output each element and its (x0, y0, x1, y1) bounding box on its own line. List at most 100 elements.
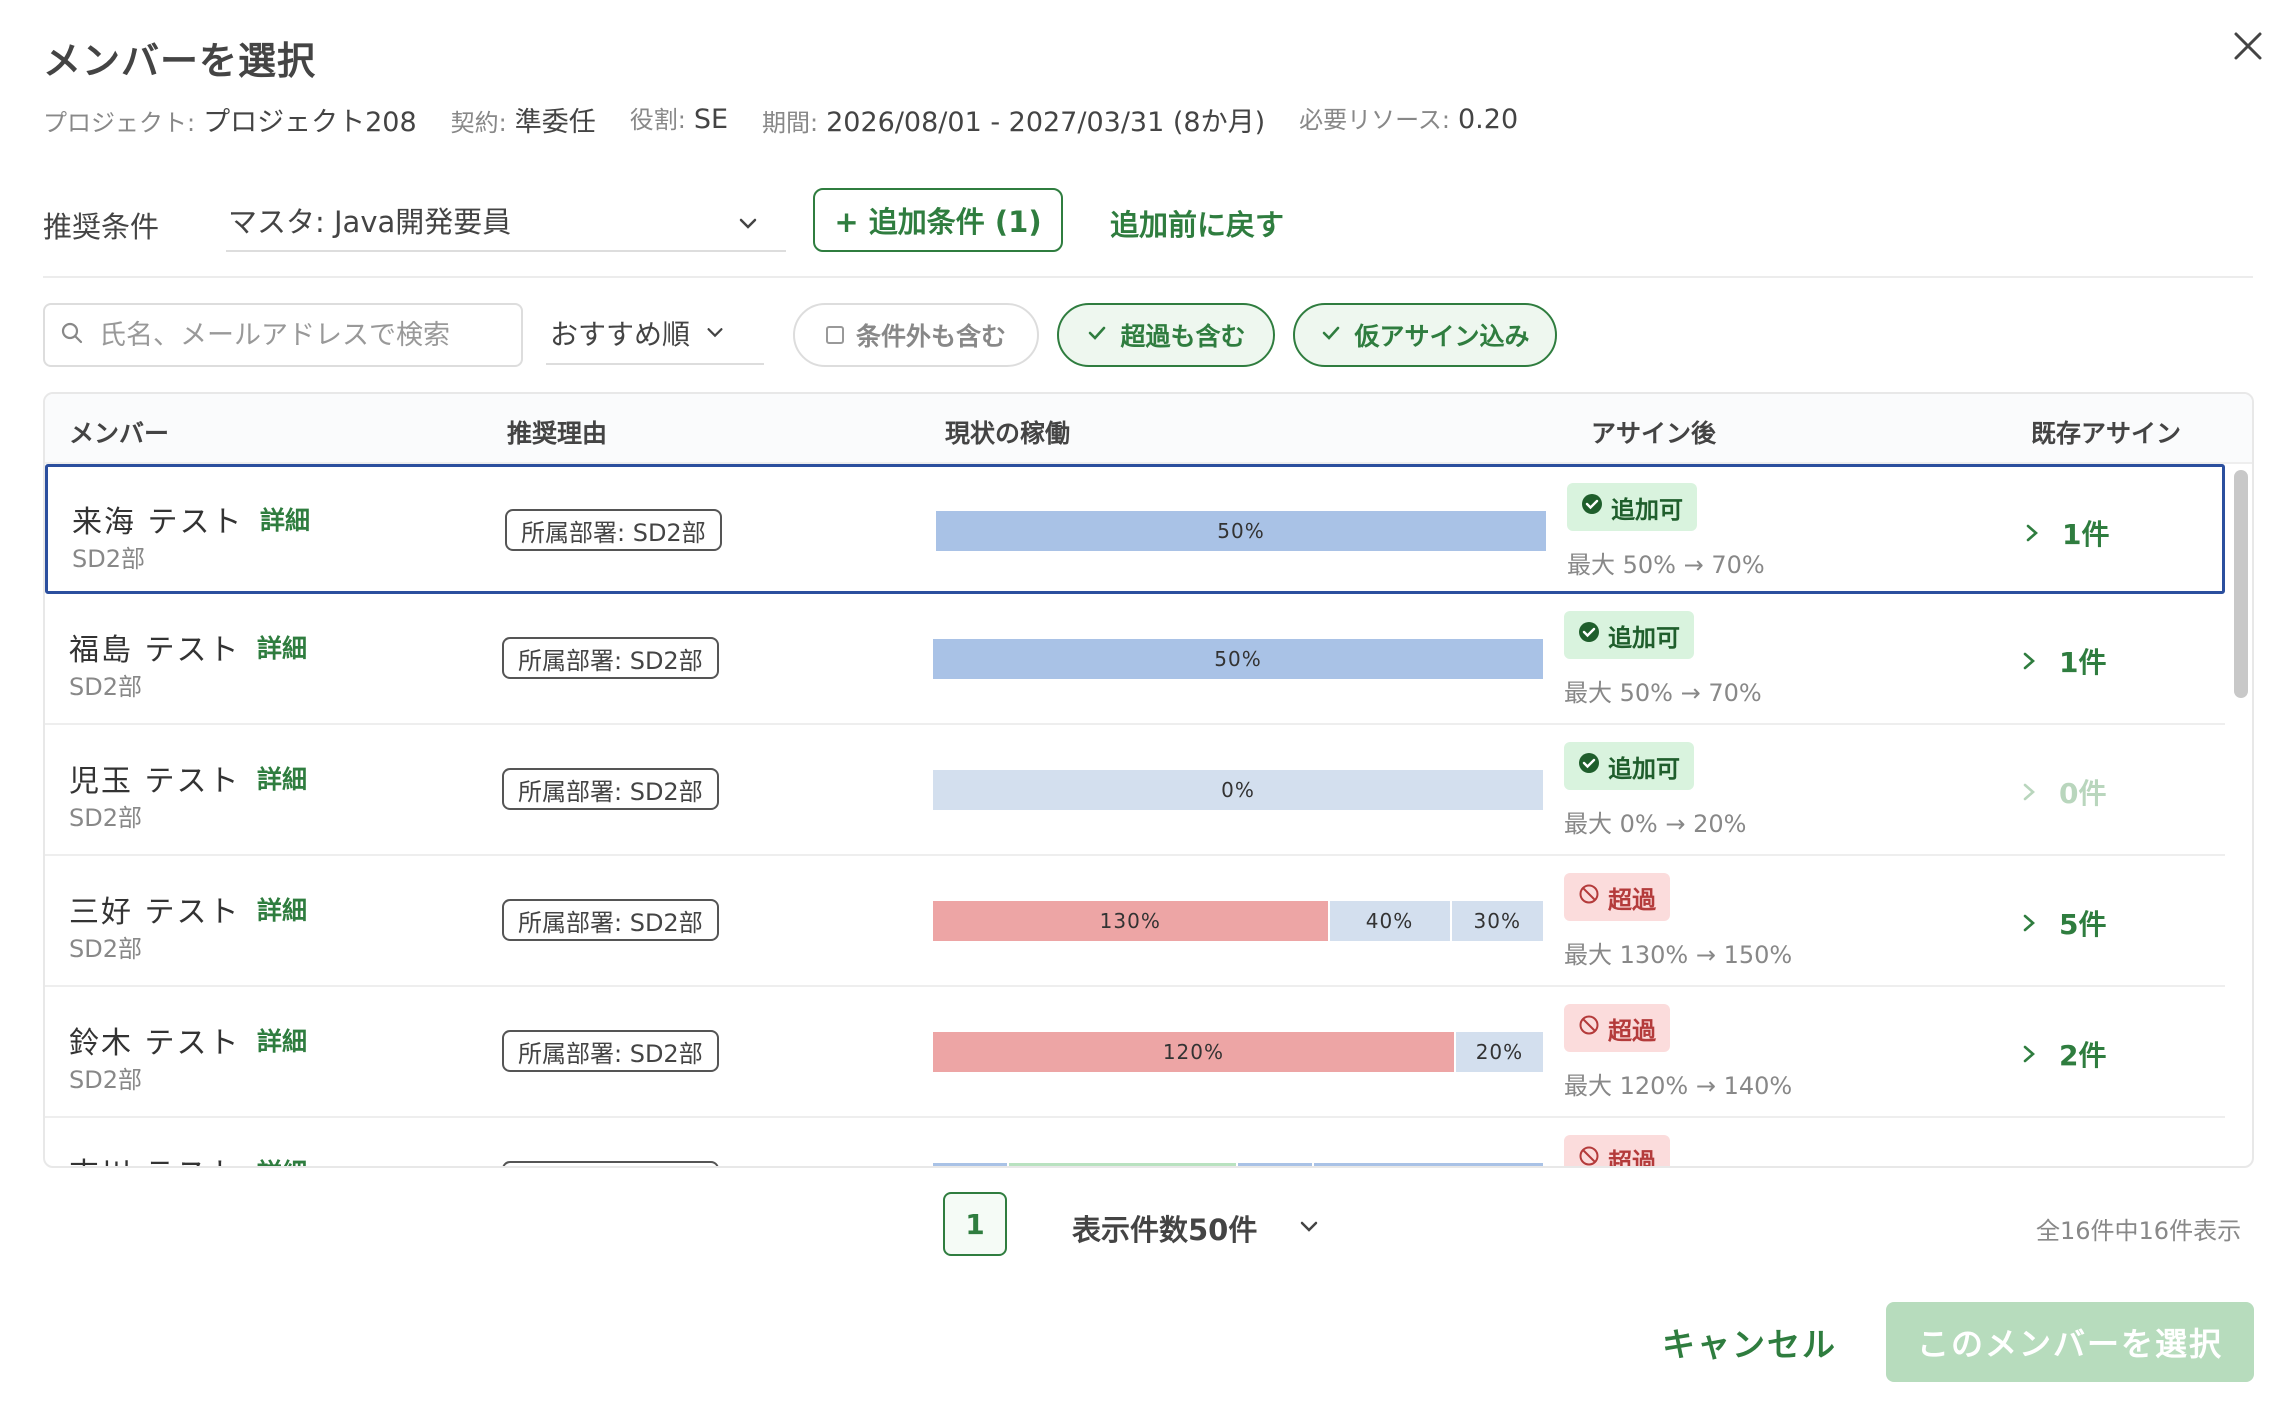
detail-link[interactable]: 詳細 (260, 501, 310, 537)
table-row[interactable]: 鈴木 テスト 詳細 SD2部 所属部署: SD2部 120% 20% 超過 最大 120% →… (45, 988, 2225, 1118)
reason-tag: 所属部署: SD2部 (502, 1161, 719, 1166)
status-badge: 追加可 (1567, 483, 1697, 531)
status-badge: 超過 (1564, 873, 1670, 921)
chevron-down-icon (736, 208, 760, 242)
after-assign-range: 最大 0% → 20% (1564, 810, 1747, 838)
per-page-select[interactable]: 表示件数50件 (1072, 1207, 1321, 1249)
existing-assign-toggle[interactable]: 2件 (2021, 1034, 2106, 1074)
member-name: 鈴木 テスト (69, 1026, 241, 1061)
member-name: 三好 テスト (69, 895, 241, 930)
chevron-down-icon (1297, 1211, 1321, 1245)
reset-conditions-link[interactable]: 追加前に戻す (1110, 202, 1284, 244)
chip-include-over[interactable]: 超過も含む (1057, 303, 1275, 367)
search-box[interactable] (43, 303, 523, 367)
status-badge: 追加可 (1564, 742, 1694, 790)
load-segment (1009, 1163, 1238, 1166)
cancel-button[interactable]: キャンセル (1662, 1318, 1837, 1366)
member-dept: SD2部 (69, 1066, 142, 1094)
load-segment: 20% (1455, 1032, 1543, 1072)
table-row[interactable]: 福島 テスト 詳細 SD2部 所属部署: SD2部 50% 追加可 最大 50% → 70%… (45, 595, 2225, 725)
load-bar: 130% 40% 30% (933, 901, 1543, 941)
existing-assign-toggle[interactable]: 0件 (2021, 772, 2106, 812)
after-assign-range: 最大 50% → 70% (1564, 679, 1762, 707)
col-existing-assign: 既存アサイン (2031, 419, 2182, 448)
detail-link[interactable]: 詳細 (257, 1022, 307, 1058)
load-segment (933, 1163, 1010, 1166)
check-circle-icon (1581, 493, 1603, 521)
divider (43, 276, 2253, 278)
load-segment: 120% (933, 1032, 1456, 1072)
reason-tag: 所属部署: SD2部 (502, 899, 719, 941)
status-badge: 追加可 (1564, 611, 1694, 659)
load-segment: 50% (936, 511, 1546, 551)
reason-tag: 所属部署: SD2部 (502, 637, 719, 679)
member-dept: SD2部 (69, 935, 142, 963)
conditions-label: 推奨条件 (43, 210, 160, 244)
detail-link[interactable]: 詳細 (257, 891, 307, 927)
meta-project: プロジェクト: プロジェクト208 (43, 107, 417, 138)
load-segment: 130% (933, 901, 1330, 941)
member-table: メンバー 推奨理由 現状の稼働 アサイン後 既存アサイン 来海 テスト 詳細 SD2… (43, 392, 2254, 1168)
after-assign-range: 最大 120% → 140% (1564, 1072, 1793, 1100)
col-current-load: 現状の稼働 (945, 419, 1071, 448)
reason-tag: 所属部署: SD2部 (502, 1030, 719, 1072)
block-icon (1578, 1014, 1600, 1042)
table-header: メンバー 推奨理由 現状の稼働 アサイン後 既存アサイン (45, 394, 2252, 464)
member-dept: SD2部 (69, 804, 142, 832)
member-name: 来海 テスト (72, 505, 244, 540)
page-button[interactable]: 1 (943, 1192, 1007, 1256)
checkbox-icon (825, 326, 844, 344)
chevron-right-icon (2021, 1038, 2037, 1071)
select-member-button[interactable]: このメンバーを選択 (1886, 1302, 2254, 1382)
member-name: 吉川 テスト (69, 1149, 241, 1166)
chip-include-tentative[interactable]: 仮アサイン込み (1293, 303, 1557, 367)
add-condition-button[interactable]: + 追加条件 (1) (813, 188, 1063, 252)
after-assign-range: 最大 130% → 150% (1564, 941, 1793, 969)
total-count: 全16件中16件表示 (2036, 1217, 2242, 1245)
reason-tag: 所属部署: SD2部 (502, 768, 719, 810)
table-row[interactable]: 来海 テスト 詳細 SD2部 所属部署: SD2部 50% 追加可 最大 50% → 70%… (45, 464, 2225, 594)
load-segment (1238, 1163, 1315, 1166)
chevron-right-icon (2024, 517, 2040, 550)
load-segment (1314, 1163, 1543, 1166)
chip-include-out-of-condition[interactable]: 条件外も含む (793, 303, 1039, 367)
block-icon (1578, 1145, 1600, 1166)
existing-assign-toggle[interactable]: 1件 (2024, 513, 2109, 553)
search-input[interactable] (99, 319, 499, 351)
table-row[interactable]: 三好 テスト 詳細 SD2部 所属部署: SD2部 130% 40% 30% 超過最大 130… (45, 857, 2225, 987)
detail-link[interactable]: 詳細 (257, 629, 307, 665)
check-circle-icon (1578, 621, 1600, 649)
chevron-right-icon (2021, 776, 2037, 809)
detail-link[interactable]: 詳細 (257, 1153, 307, 1166)
master-select[interactable]: マスタ: Java開発要員 (226, 190, 786, 252)
project-meta: プロジェクト: プロジェクト208 契約: 準委任 役割: SE 期間: 2026/08… (43, 100, 1518, 139)
scrollbar-thumb[interactable] (2234, 470, 2248, 698)
existing-assign-toggle[interactable]: 1件 (2021, 641, 2106, 681)
after-assign-range: 最大 50% → 70% (1567, 551, 1765, 579)
meta-resource: 必要リソース: 0.20 (1299, 104, 1519, 135)
check-icon (1320, 321, 1342, 350)
load-segment: 0% (933, 770, 1543, 810)
meta-period: 期間: 2026/08/01 - 2027/03/31 (8か月) (762, 107, 1266, 138)
table-row[interactable]: 吉川 テスト詳細SD2部所属部署: SD2部超過 (45, 1119, 2225, 1166)
close-icon[interactable] (2228, 26, 2268, 66)
load-bar: 50% (933, 639, 1543, 679)
load-segment: 50% (933, 639, 1543, 679)
load-bar: 0% (933, 770, 1543, 810)
chevron-right-icon (2021, 645, 2037, 678)
col-after-assign: アサイン後 (1591, 419, 1717, 448)
check-icon (1086, 321, 1108, 350)
dialog-title: メンバーを選択 (43, 39, 317, 83)
col-reason: 推奨理由 (507, 419, 608, 448)
check-circle-icon (1578, 752, 1600, 780)
chevron-down-icon (704, 317, 726, 350)
member-name: 児玉 テスト (69, 764, 241, 799)
load-bar: 120% 20% (933, 1032, 1543, 1072)
table-row[interactable]: 児玉 テスト 詳細 SD2部 所属部署: SD2部 0% 追加可最大 0% → 20% 0件 (45, 726, 2225, 856)
existing-assign-toggle[interactable]: 5件 (2021, 903, 2106, 943)
sort-select[interactable]: おすすめ順 (546, 303, 764, 365)
detail-link[interactable]: 詳細 (257, 760, 307, 796)
meta-contract: 契約: 準委任 (450, 107, 596, 138)
load-segment: 40% (1329, 901, 1452, 941)
load-bar (933, 1163, 1543, 1166)
